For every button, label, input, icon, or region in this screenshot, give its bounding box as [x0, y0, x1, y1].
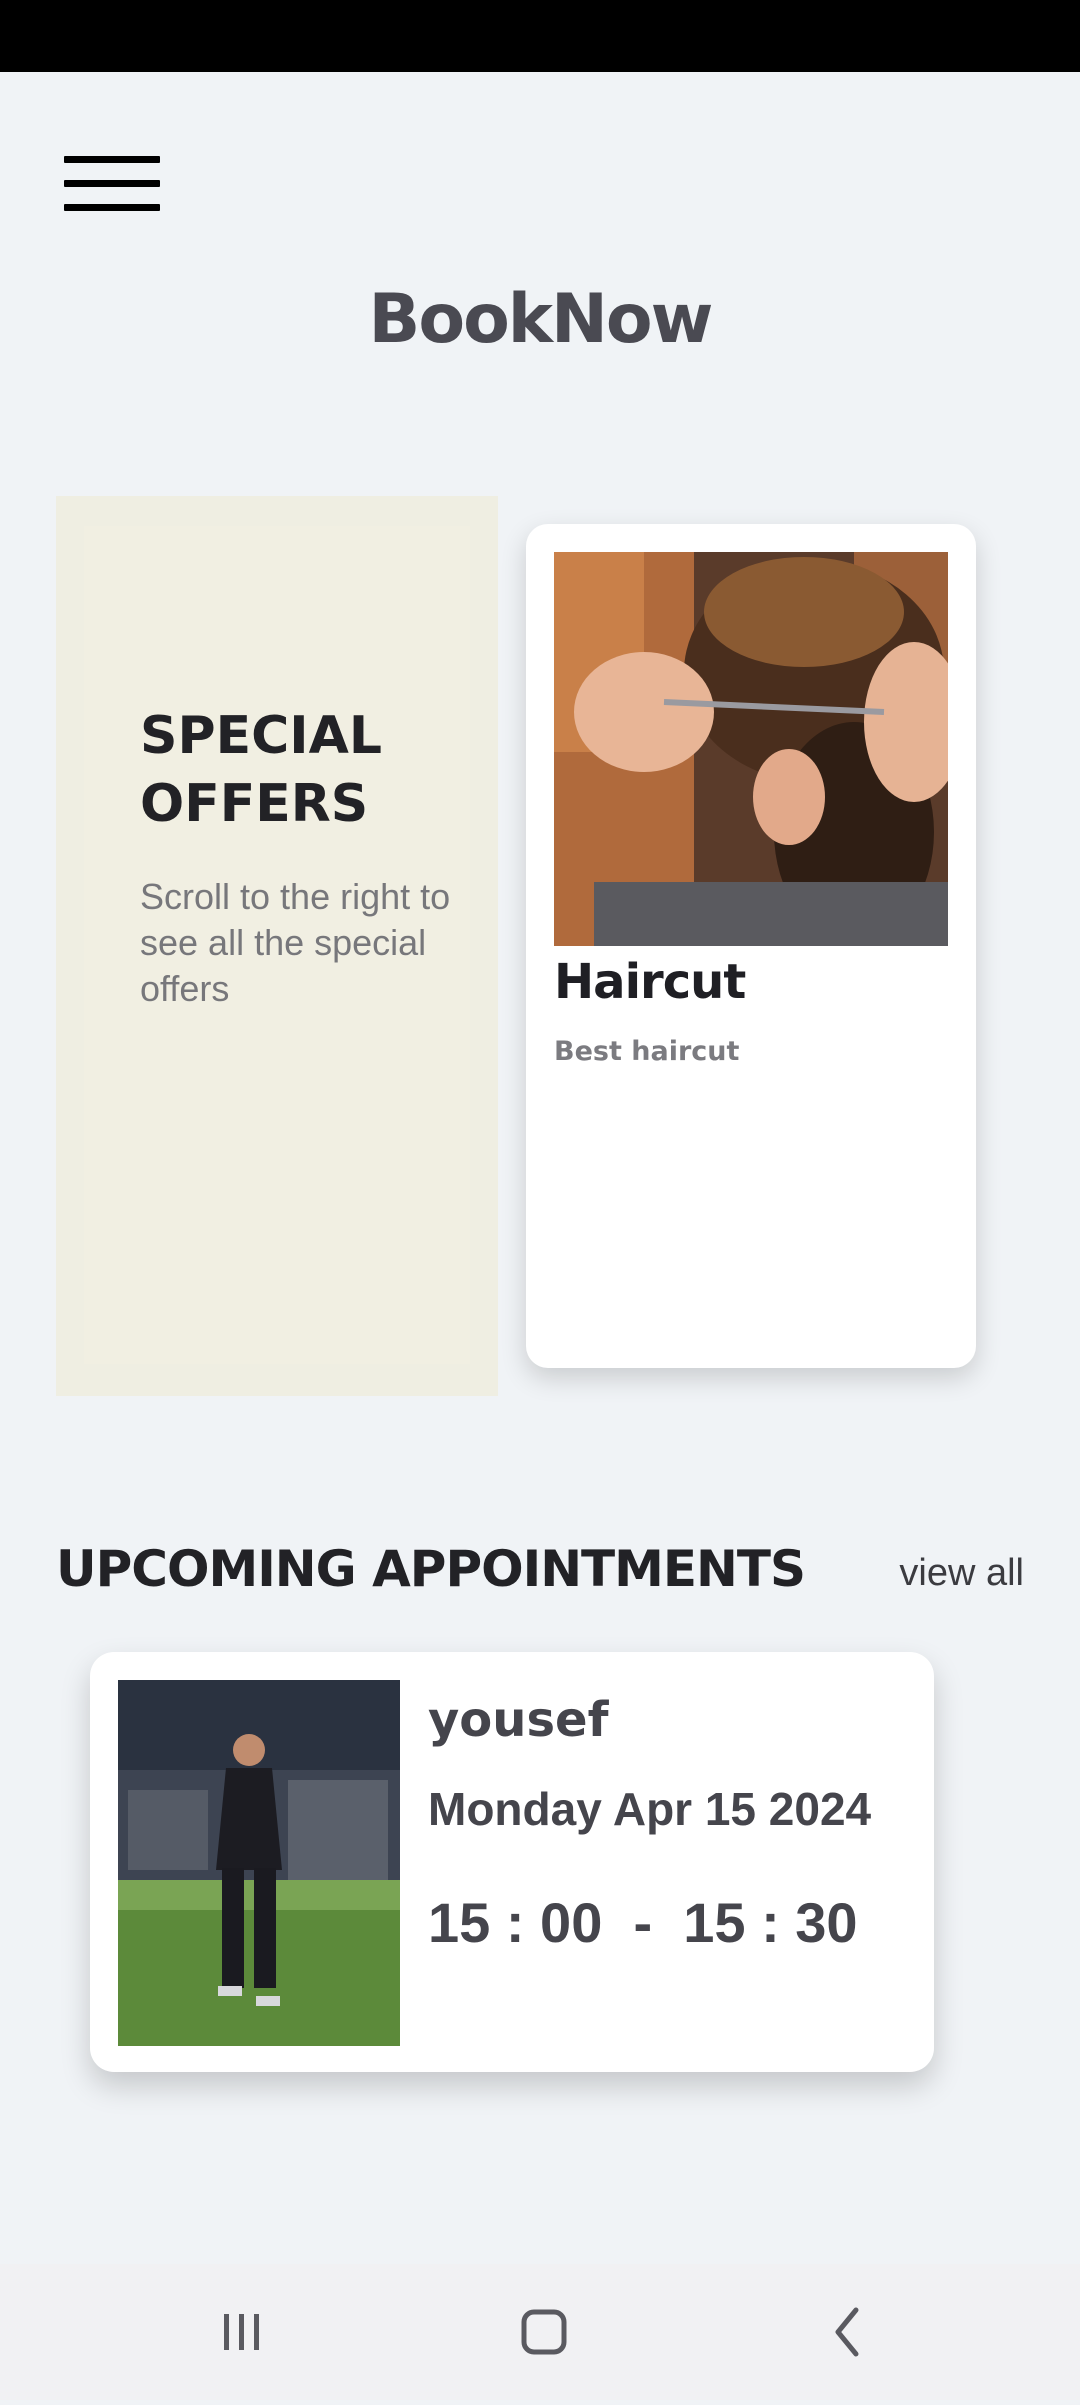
offer-title: Haircut	[554, 954, 746, 1010]
appointment-name: yousef	[428, 1692, 609, 1748]
special-offers-inner: SPECIAL OFFERS Scroll to the right to se…	[84, 526, 470, 1364]
special-offers-panel: SPECIAL OFFERS Scroll to the right to se…	[56, 496, 498, 1396]
status-bar	[0, 0, 1080, 72]
upcoming-appointments-title: UPCOMING APPOINTMENTS	[56, 1540, 806, 1598]
recent-apps-icon[interactable]	[182, 2264, 302, 2400]
offer-card-haircut[interactable]: Haircut Best haircut	[526, 524, 976, 1368]
back-icon[interactable]	[786, 2264, 906, 2400]
appointment-time: 15 : 00 - 15 : 30	[428, 1891, 858, 1954]
haircut-image	[554, 552, 948, 946]
appointment-date: Monday Apr 15 2024	[428, 1783, 872, 1835]
special-offers-description: Scroll to the right to see all the speci…	[140, 876, 451, 1009]
view-all-link[interactable]: view all	[899, 1552, 1024, 1595]
special-offers-heading: SPECIAL OFFERS	[140, 706, 382, 834]
appointment-avatar	[118, 1680, 400, 2046]
offer-subtitle: Best haircut	[554, 1036, 740, 1067]
system-nav-bar	[0, 2264, 1080, 2400]
home-icon[interactable]	[484, 2264, 604, 2400]
appointment-card[interactable]: yousef Monday Apr 15 2024 15 : 00 - 15 :…	[90, 1652, 934, 2072]
hamburger-menu-icon[interactable]	[56, 146, 168, 222]
app-title: BookNow	[368, 280, 714, 359]
